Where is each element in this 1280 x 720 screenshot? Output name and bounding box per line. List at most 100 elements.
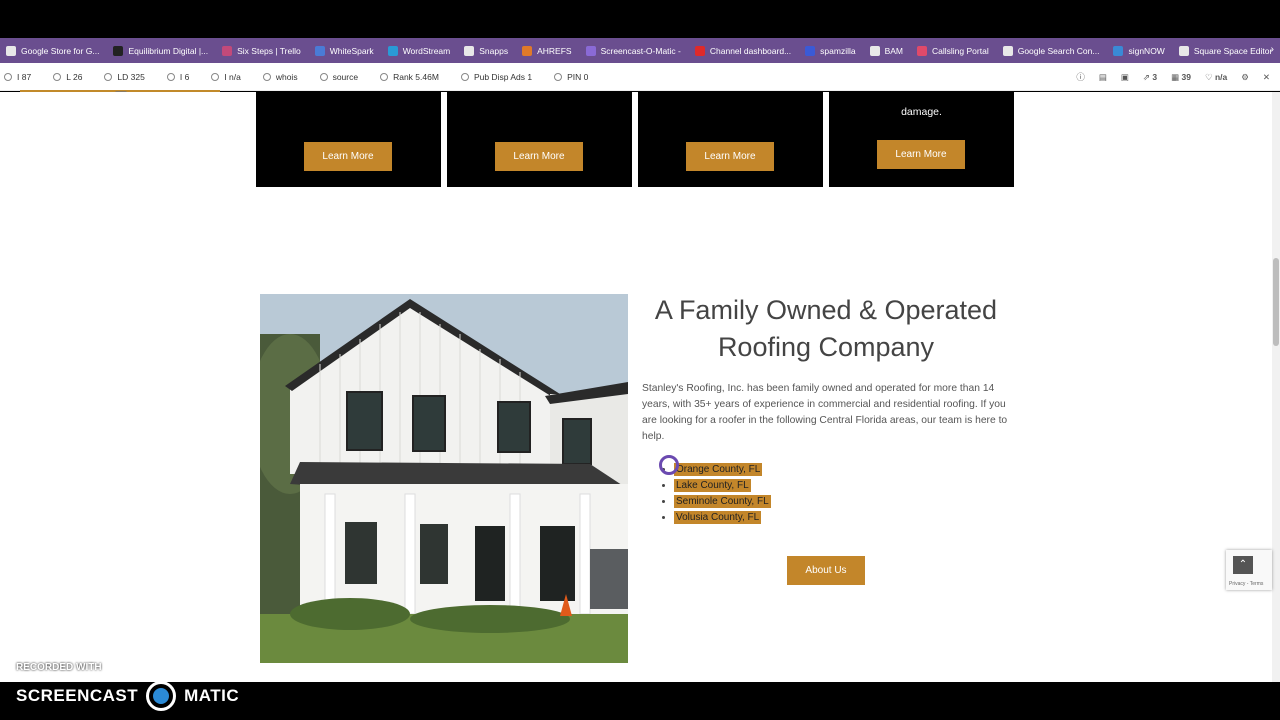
- seo-metric[interactable]: LD 325: [104, 71, 145, 82]
- seo-metric-label: Rank 5.46M: [393, 71, 439, 82]
- close-icon[interactable]: ✕: [1263, 72, 1270, 83]
- bookmark-item[interactable]: Equilibrium Digital |...: [113, 45, 209, 56]
- seo-metric-label: Pub Disp Ads 1: [473, 71, 533, 82]
- list-item: Seminole County, FL: [674, 494, 771, 510]
- county-text: Volusia County, FL: [674, 511, 762, 524]
- bookmark-label: Equilibrium Digital |...: [128, 45, 209, 56]
- traffic-value: ♡ n/a: [1204, 71, 1228, 82]
- window-icon[interactable]: ▣: [1121, 72, 1129, 83]
- person-icon: [262, 72, 271, 81]
- bookmark-item[interactable]: spamzilla: [805, 45, 856, 56]
- bookmark-favicon-icon: [869, 45, 880, 56]
- house-photo: [260, 294, 628, 663]
- list-item: Orange County, FL: [674, 462, 771, 478]
- bookmark-favicon-icon: [222, 45, 233, 56]
- section-heading: A Family Owned & Operated Roofing Compan…: [654, 295, 998, 362]
- seo-metric-label: I 87: [17, 71, 32, 82]
- bookmark-label: Google Search Con...: [1017, 45, 1100, 56]
- bookmark-label: Six Steps | Trello: [237, 45, 301, 56]
- bookmark-label: Google Store for G...: [21, 45, 100, 56]
- bing-icon: [166, 72, 175, 81]
- list-item: Volusia County, FL: [674, 510, 771, 526]
- learn-more-button[interactable]: Learn More: [304, 142, 392, 171]
- bookmark-label: spamzilla: [820, 45, 856, 56]
- about-us-button[interactable]: About Us: [787, 556, 865, 585]
- recorded-with-label: RECORDED WITH: [16, 662, 102, 673]
- bookmark-item[interactable]: WordStream: [387, 45, 450, 56]
- learn-more-button[interactable]: Learn More: [495, 142, 583, 171]
- service-card: damage. Learn More: [829, 92, 1014, 187]
- bookmark-label: Snapps: [479, 45, 509, 56]
- pinterest-icon: [554, 72, 563, 81]
- bookmark-item[interactable]: Callsling Portal: [917, 45, 989, 56]
- bookmark-label: BAM: [884, 45, 904, 56]
- seo-metric[interactable]: I 87: [4, 72, 31, 82]
- seo-metric[interactable]: L 26: [53, 72, 82, 82]
- settings-icon[interactable]: ⚙: [1241, 72, 1249, 83]
- pages-count: ▦ 39: [1171, 71, 1191, 82]
- seo-metric[interactable]: source: [319, 71, 359, 82]
- seo-metric-label: source: [332, 71, 359, 82]
- learn-more-button[interactable]: Learn More: [877, 140, 965, 169]
- county-text: Lake County, FL: [674, 479, 751, 492]
- scroll-to-top-icon[interactable]: ⌃: [1233, 556, 1253, 574]
- bookmark-favicon-icon: [6, 45, 16, 56]
- links-count: ⇗ 3: [1142, 71, 1158, 82]
- seo-metric[interactable]: Pub Disp Ads 1: [460, 71, 533, 82]
- bookmark-label: AHREFS: [537, 45, 572, 56]
- logo-text-left: SCREENCAST: [16, 686, 139, 705]
- county-text: Seminole County, FL: [674, 495, 771, 508]
- section-paragraph: Stanley's Roofing, Inc. has been family …: [642, 383, 1008, 442]
- seo-metric[interactable]: whois: [262, 71, 298, 82]
- bookmarks-bar: Google Store for G... Equilibrium Digital…: [0, 38, 1280, 63]
- seo-metric[interactable]: I n/a: [211, 72, 241, 82]
- bookmark-item[interactable]: Channel dashboard...: [694, 45, 791, 56]
- bookmark-item[interactable]: WhiteSpark: [314, 45, 374, 56]
- layout-icon[interactable]: ▤: [1099, 72, 1107, 83]
- scrollbar-thumb[interactable]: [1273, 258, 1279, 346]
- bookmark-item[interactable]: Six Steps | Trello: [222, 45, 301, 56]
- service-card-text: damage.: [901, 106, 942, 118]
- bookmark-item[interactable]: AHREFS: [522, 45, 572, 56]
- bookmark-favicon-icon: [585, 45, 596, 56]
- seo-metric[interactable]: PIN 0: [554, 72, 588, 82]
- code-icon: [319, 72, 328, 81]
- service-card: Learn More: [638, 92, 823, 187]
- bookmark-item[interactable]: Snapps: [464, 45, 509, 56]
- bookmark-item[interactable]: signNOW: [1113, 45, 1165, 56]
- seo-metric-label: L 26: [66, 71, 83, 82]
- info-icon[interactable]: ⓘ: [1076, 71, 1085, 83]
- video-letterbox-top: [0, 0, 1280, 38]
- bookmark-favicon-icon: [694, 45, 705, 56]
- record-dot-icon: [146, 681, 177, 711]
- recaptcha-links[interactable]: Privacy - Terms: [1229, 581, 1263, 587]
- bookmark-item[interactable]: Square Space Editor: [1178, 45, 1272, 56]
- seo-metric-label: whois: [275, 71, 298, 82]
- page-scrollbar[interactable]: [1272, 92, 1280, 682]
- webpage-viewport: Learn More Learn More Learn More damage.…: [0, 92, 1272, 682]
- bookmark-favicon-icon: [805, 45, 816, 56]
- seo-metric-label: LD 325: [117, 71, 145, 82]
- seo-metric-label: I n/a: [224, 71, 241, 82]
- bookmark-item[interactable]: Google Search Con...: [1002, 45, 1100, 56]
- screencast-matic-logo: SCREENCAST MATIC: [16, 681, 239, 711]
- bookmark-item[interactable]: BAM: [869, 45, 904, 56]
- bookmark-label: Callsling Portal: [932, 45, 989, 56]
- seo-toolbar: I 87 L 26 LD 325 I 6 I n/a whois source Rank 5.…: [0, 63, 1280, 91]
- logo-text-right: MATIC: [184, 686, 240, 705]
- bookmark-favicon-icon: [113, 45, 124, 56]
- bookmark-label: signNOW: [1128, 45, 1165, 56]
- bookmark-favicon-icon: [1178, 45, 1189, 56]
- seo-metric[interactable]: Rank 5.46M: [380, 72, 439, 82]
- bookmark-item[interactable]: Screencast-O-Matic -: [585, 45, 681, 56]
- rank-icon: [380, 72, 389, 81]
- facebook-icon: [211, 72, 220, 81]
- ads-icon: [460, 72, 469, 81]
- learn-more-button[interactable]: Learn More: [686, 142, 774, 171]
- bookmark-favicon-icon: [917, 45, 928, 56]
- link-domain-icon: [104, 72, 113, 81]
- bookmark-item[interactable]: Google Store for G...: [6, 45, 100, 56]
- seo-metric[interactable]: I 6: [166, 72, 189, 82]
- bookmark-favicon-icon: [1002, 45, 1013, 56]
- chevron-right-icon[interactable]: ›: [1271, 44, 1274, 55]
